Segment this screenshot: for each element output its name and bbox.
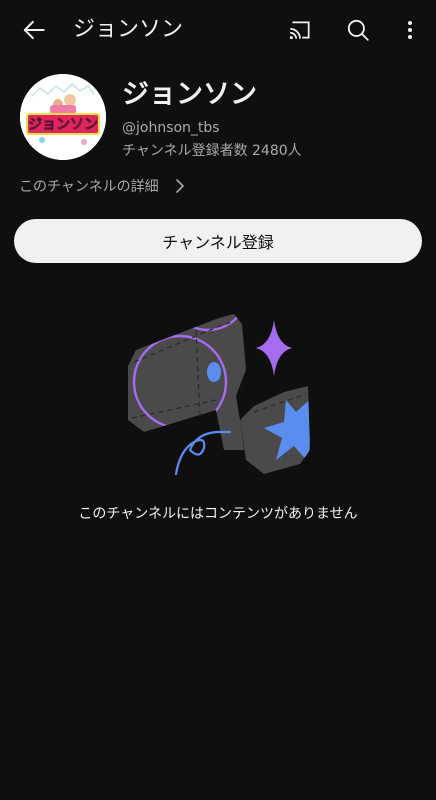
more-options-button[interactable] bbox=[390, 10, 430, 50]
page-title: ジョンソン bbox=[73, 17, 184, 42]
sparkle-shape bbox=[256, 320, 292, 376]
search-button[interactable] bbox=[338, 10, 378, 50]
channel-name: ジョンソン bbox=[122, 79, 257, 110]
search-icon bbox=[347, 19, 369, 41]
empty-channel-illustration bbox=[124, 300, 314, 482]
channel-handle: @johnson_tbs bbox=[122, 120, 220, 136]
subscriber-count: チャンネル登録者数 2480人 bbox=[122, 143, 302, 159]
empty-state-message: このチャンネルにはコンテンツがありません bbox=[78, 506, 358, 522]
arrow-back-icon bbox=[23, 20, 45, 40]
chevron-right-icon bbox=[173, 177, 187, 195]
back-button[interactable] bbox=[14, 10, 54, 50]
channel-logo-image: ジョンソン bbox=[20, 74, 106, 160]
cast-button[interactable] bbox=[280, 10, 320, 50]
channel-avatar[interactable]: ジョンソン bbox=[20, 74, 106, 160]
panel-shape-left bbox=[128, 314, 246, 450]
channel-details-label: このチャンネルの詳細 bbox=[19, 179, 159, 195]
more-vert-icon bbox=[408, 21, 412, 39]
channel-details-link[interactable]: このチャンネルの詳細 bbox=[19, 174, 187, 198]
subscribe-button[interactable]: チャンネル登録 bbox=[14, 219, 422, 263]
avatar-logo-text: ジョンソン bbox=[28, 117, 98, 133]
cast-icon bbox=[289, 21, 310, 40]
top-app-bar: ジョンソン bbox=[0, 0, 436, 62]
